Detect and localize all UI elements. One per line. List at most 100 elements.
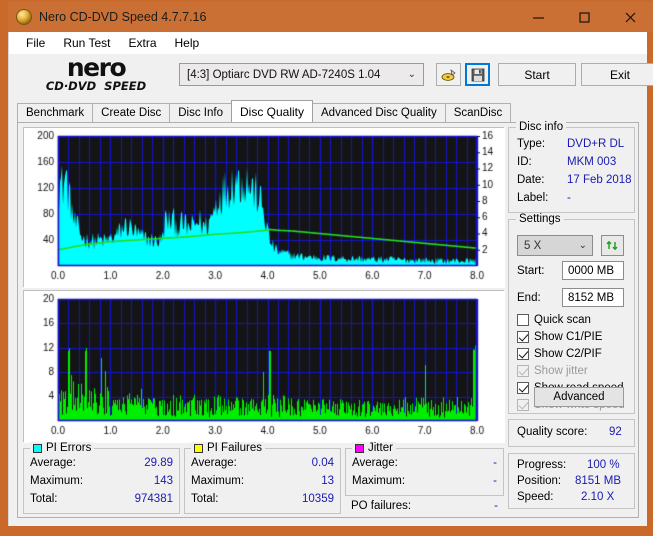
disc-type-label: Type: [517, 138, 546, 150]
pi-errors-canvas [24, 128, 505, 288]
logo-product: CD·DVD SPEED [45, 79, 147, 93]
quality-score-group: Quality score: 92 [508, 419, 635, 447]
checkbox-box [517, 314, 529, 326]
tab-disc-info[interactable]: Disc Info [169, 103, 232, 122]
refresh-button[interactable] [601, 235, 624, 256]
start-mb-label: Start: [517, 265, 545, 277]
exit-button[interactable]: Exit [581, 63, 653, 86]
tab-benchmark[interactable]: Benchmark [17, 103, 94, 122]
pi-errors-maximum-value: 143 [153, 475, 173, 487]
disc-quality-panel: Disc info Type: DVD+R DL ID: MKM 003 Dat… [17, 121, 639, 518]
position-label: Position: [517, 475, 562, 487]
end-mb-field[interactable]: 8152 MB [562, 288, 624, 307]
logo-brand: nero [66, 53, 127, 82]
menu-file[interactable]: File [17, 34, 54, 52]
disc-info-title: Disc info [516, 121, 567, 133]
pi-errors-average-value: 29.89 [144, 457, 173, 469]
jitter-maximum-label: Maximum: [352, 475, 406, 487]
checkbox-label: Show C1/PIE [534, 331, 603, 343]
minimize-button[interactable] [515, 2, 561, 32]
chevron-down-icon: ⌄ [578, 240, 587, 251]
menu-run-test[interactable]: Run Test [54, 34, 119, 52]
end-mb-label: End: [517, 292, 541, 304]
pi-errors-title-text: PI Errors [46, 442, 92, 454]
menu-help[interactable]: Help [166, 34, 209, 52]
checkbox-box [517, 348, 529, 360]
pi-failures-stats-title: PI Failures [191, 442, 265, 454]
pi-failures-total-label: Total: [191, 493, 219, 505]
eject-disc-button[interactable] [436, 63, 461, 86]
pi-failures-chart [23, 290, 505, 443]
tab-bar: Benchmark Create Disc Disc Info Disc Qua… [17, 100, 512, 122]
position-value: 8151 MB [575, 475, 622, 487]
disc-id-label: ID: [517, 156, 532, 168]
advanced-button[interactable]: Advanced [534, 387, 624, 407]
checkbox-show-jitter: Show jitter [517, 365, 588, 377]
close-button[interactable] [607, 2, 653, 32]
disc-label-label: Label: [517, 192, 549, 204]
disc-date-label: Date: [517, 174, 545, 186]
tab-advanced-disc-quality[interactable]: Advanced Disc Quality [312, 103, 446, 122]
pi-failures-average-label: Average: [191, 457, 237, 469]
pi-failures-total-value: 10359 [302, 493, 334, 505]
checkbox-show-c1-pie[interactable]: Show C1/PIE [517, 331, 602, 343]
settings-title: Settings [516, 213, 564, 225]
refresh-arrows-icon [606, 241, 618, 250]
pi-failures-maximum-label: Maximum: [191, 475, 245, 487]
tab-scandisc[interactable]: ScanDisc [444, 103, 512, 122]
checkbox-label: Show jitter [534, 365, 588, 377]
progress-label: Progress: [517, 459, 567, 471]
app-root: Nero CD-DVD Speed 4.7.7.16 File Run Test… [0, 0, 653, 536]
checkbox-box [517, 382, 529, 394]
window-controls [515, 2, 653, 32]
speed-label: Speed: [517, 491, 554, 503]
jitter-title-text: Jitter [368, 442, 393, 454]
jitter-stats-group: Jitter Average: - Maximum: - [345, 442, 504, 496]
pi-failures-maximum-value: 13 [321, 475, 334, 487]
settings-group: Settings 5 X ⌄ Start: 0000 MB End: 8152 … [508, 213, 635, 414]
checkbox-box [517, 365, 529, 377]
tab-disc-quality[interactable]: Disc Quality [231, 100, 314, 122]
client-area: File Run Test Extra Help nero CD·DVD SPE… [8, 32, 653, 526]
toolbar: nero CD·DVD SPEED [4:3] Optiarc DVD RW A… [9, 53, 653, 98]
tab-create-disc[interactable]: Create Disc [92, 103, 171, 122]
quality-score-label: Quality score: [517, 426, 588, 438]
drive-select[interactable]: [4:3] Optiarc DVD RW AD-7240S 1.04 ⌄ [179, 63, 424, 86]
pi-errors-total-value: 974381 [134, 493, 173, 505]
jitter-color-swatch [355, 443, 364, 453]
eject-disc-icon [441, 68, 456, 81]
jitter-average-label: Average: [352, 457, 398, 469]
quality-score-value: 92 [609, 426, 622, 438]
menu-extra[interactable]: Extra [119, 34, 165, 52]
window-title: Nero CD-DVD Speed 4.7.7.16 [39, 10, 207, 24]
pi-failures-title-text: PI Failures [207, 442, 262, 454]
nero-logo: nero CD·DVD SPEED [21, 53, 171, 96]
speed-value: 2.10 X [581, 491, 615, 503]
disc-info-group: Disc info Type: DVD+R DL ID: MKM 003 Dat… [508, 121, 635, 213]
title-bar: Nero CD-DVD Speed 4.7.7.16 [8, 2, 653, 32]
start-mb-field[interactable]: 0000 MB [562, 261, 624, 280]
pi-errors-average-label: Average: [30, 457, 76, 469]
disc-date-value: 17 Feb 2018 [567, 174, 632, 186]
nero-disc-icon [16, 9, 32, 25]
drive-select-value: [4:3] Optiarc DVD RW AD-7240S 1.04 [187, 68, 381, 81]
speed-select[interactable]: 5 X ⌄ [517, 235, 593, 256]
jitter-average-value: - [493, 457, 497, 469]
checkbox-quick-scan[interactable]: Quick scan [517, 314, 591, 326]
jitter-maximum-value: - [493, 475, 497, 487]
checkbox-show-c2-pif[interactable]: Show C2/PIF [517, 348, 602, 360]
save-button[interactable] [465, 63, 490, 86]
pi-errors-chart [23, 127, 505, 288]
checkbox-label: Show C2/PIF [534, 348, 602, 360]
chevron-down-icon: ⌄ [407, 69, 416, 80]
pi-failures-stats-group: PI Failures Average: 0.04 Maximum: 13 To… [184, 442, 341, 514]
maximize-button[interactable] [561, 2, 607, 32]
progress-group: Progress: 100 % Position: 8151 MB Speed:… [508, 453, 635, 509]
disc-id-value: MKM 003 [567, 156, 617, 168]
start-button[interactable]: Start [498, 63, 576, 86]
checkbox-label: Quick scan [534, 314, 591, 326]
po-failures-label: PO failures: [351, 500, 412, 512]
speed-select-value: 5 X [524, 239, 542, 252]
progress-value: 100 % [587, 459, 620, 471]
pi-errors-stats-group: PI Errors Average: 29.89 Maximum: 143 To… [23, 442, 180, 514]
